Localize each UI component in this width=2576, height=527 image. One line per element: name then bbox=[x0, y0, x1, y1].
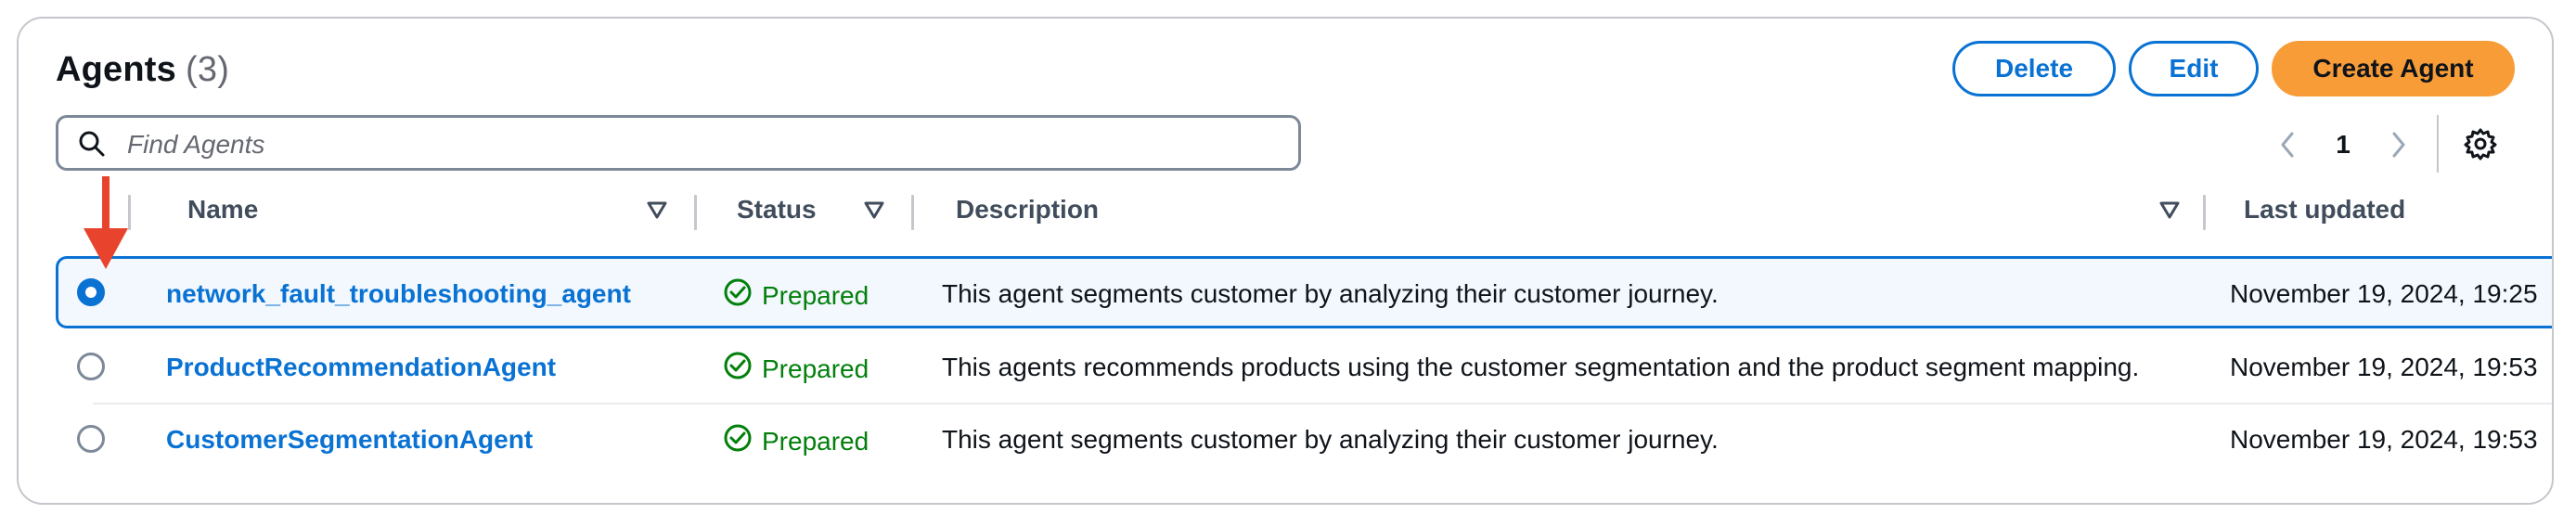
check-circle-icon bbox=[723, 277, 753, 314]
column-header-last-updated[interactable]: Last updated bbox=[2244, 195, 2405, 225]
status-text: Prepared bbox=[762, 280, 869, 310]
column-divider[interactable] bbox=[2203, 195, 2206, 230]
edit-button[interactable]: Edit bbox=[2129, 41, 2259, 96]
check-circle-icon bbox=[723, 351, 753, 387]
last-updated-text: November 19, 2024, 19:53 bbox=[2230, 425, 2538, 454]
column-divider[interactable] bbox=[911, 195, 914, 230]
check-circle-icon bbox=[723, 423, 753, 459]
description-text: This agent segments customer by analyzin… bbox=[942, 279, 1719, 308]
annotation-arrow-icon bbox=[78, 176, 134, 277]
chevron-right-icon[interactable] bbox=[2385, 128, 2411, 166]
create-agent-button[interactable]: Create Agent bbox=[2272, 41, 2515, 96]
table-row[interactable]: CustomerSegmentationAgent Prepared This … bbox=[56, 403, 2552, 475]
page-number[interactable]: 1 bbox=[2329, 130, 2357, 160]
table-row[interactable]: network_fault_troubleshooting_agent Prep… bbox=[56, 256, 2552, 328]
search-input[interactable] bbox=[125, 125, 1280, 164]
last-updated-text: November 19, 2024, 19:53 bbox=[2230, 353, 2538, 381]
status-badge: Prepared bbox=[723, 423, 869, 459]
title-text: Agents bbox=[56, 50, 176, 89]
sort-caret-icon[interactable] bbox=[2158, 200, 2181, 225]
pagination-divider bbox=[2437, 115, 2439, 173]
sort-caret-icon[interactable] bbox=[863, 200, 885, 225]
status-text: Prepared bbox=[762, 353, 869, 383]
column-header-status[interactable]: Status bbox=[737, 195, 817, 225]
agent-count: (3) bbox=[186, 50, 230, 89]
status-badge: Prepared bbox=[723, 351, 869, 387]
description-text: This agents recommends products using th… bbox=[942, 353, 2140, 381]
table-header: Name Status Description Last updated bbox=[56, 195, 2552, 238]
agent-name-link[interactable]: network_fault_troubleshooting_agent bbox=[166, 279, 631, 309]
chevron-left-icon[interactable] bbox=[2275, 128, 2301, 166]
column-header-description[interactable]: Description bbox=[956, 195, 1099, 225]
column-header-name[interactable]: Name bbox=[187, 195, 258, 225]
row-select-radio[interactable] bbox=[77, 425, 105, 453]
agents-panel: Agents (3) Delete Edit Create Agent 1 Nam… bbox=[17, 17, 2554, 505]
status-text: Prepared bbox=[762, 426, 869, 456]
description-text: This agent segments customer by analyzin… bbox=[942, 425, 1719, 454]
row-select-radio[interactable] bbox=[77, 278, 105, 306]
search-icon bbox=[77, 129, 107, 163]
agent-name-link[interactable]: CustomerSegmentationAgent bbox=[166, 425, 533, 455]
page-title: Agents (3) bbox=[56, 50, 229, 90]
column-divider[interactable] bbox=[694, 195, 697, 230]
sort-caret-icon[interactable] bbox=[646, 200, 668, 225]
gear-icon[interactable] bbox=[2463, 126, 2498, 166]
table-row[interactable]: ProductRecommendationAgent Prepared This… bbox=[56, 330, 2552, 403]
last-updated-text: November 19, 2024, 19:25 bbox=[2230, 279, 2538, 308]
delete-button[interactable]: Delete bbox=[1952, 41, 2116, 96]
status-badge: Prepared bbox=[723, 277, 869, 314]
agent-name-link[interactable]: ProductRecommendationAgent bbox=[166, 353, 556, 382]
search-box bbox=[56, 115, 1301, 171]
row-select-radio[interactable] bbox=[77, 353, 105, 380]
